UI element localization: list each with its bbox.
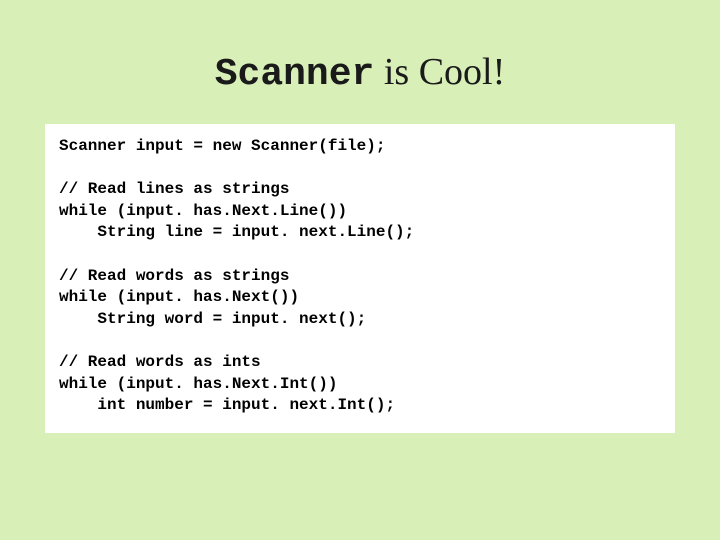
code-comment: // Read words as strings <box>59 267 289 285</box>
code-line: String line = input. next.Line(); <box>59 223 414 241</box>
title-rest: is Cool! <box>374 51 505 93</box>
slide-title: Scanner is Cool! <box>45 50 675 96</box>
code-line: while (input. has.Next()) <box>59 288 299 306</box>
code-line: while (input. has.Next.Line()) <box>59 202 347 220</box>
code-comment: // Read words as ints <box>59 353 261 371</box>
code-line: int number = input. next.Int(); <box>59 396 395 414</box>
code-line: String word = input. next(); <box>59 310 366 328</box>
title-mono: Scanner <box>215 53 375 96</box>
code-line: Scanner input = new Scanner(file); <box>59 137 385 155</box>
code-block: Scanner input = new Scanner(file); // Re… <box>45 124 675 433</box>
code-line: while (input. has.Next.Int()) <box>59 375 337 393</box>
code-comment: // Read lines as strings <box>59 180 289 198</box>
